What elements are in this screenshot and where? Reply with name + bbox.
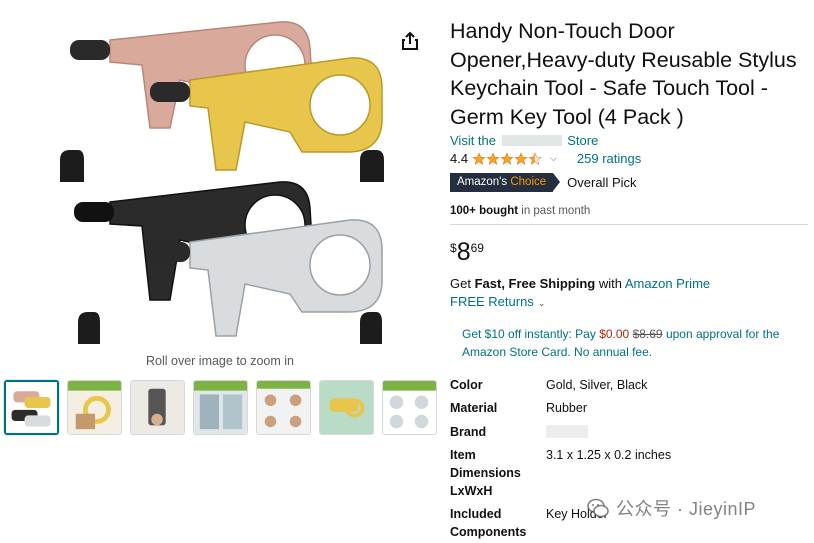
chevron-down-icon: ⌄ (537, 298, 546, 308)
spec-row: Color Gold, Silver, Black (450, 376, 810, 399)
rating-row: 4.4 ⌵ 259 ratings (450, 151, 641, 166)
spec-value: Rubber (546, 401, 587, 415)
promo-pay-price: $0.00 (599, 327, 630, 341)
spec-value: Gold, Silver, Black (546, 378, 648, 392)
price: $869 (450, 238, 484, 267)
price-whole: 8 (456, 238, 471, 266)
thumbnail-1[interactable] (4, 380, 59, 435)
brand-redacted (546, 425, 588, 438)
thumbnail-strip (4, 380, 437, 435)
store-name-redacted (501, 135, 562, 146)
bought-past-month: 100+ bought in past month (450, 205, 590, 217)
spec-key: Brand (450, 425, 487, 439)
shipping-prefix: Get (450, 276, 471, 291)
divider (450, 224, 808, 225)
rating-value: 4.4 (450, 151, 469, 166)
store-link-suffix: Store (567, 133, 599, 148)
thumbnail-7[interactable] (382, 380, 437, 435)
store-link-prefix: Visit the (450, 133, 497, 148)
thumbnail-3[interactable] (130, 380, 185, 435)
thumbnail-6[interactable] (319, 380, 374, 435)
shipping-info: Get Fast, Free Shipping with Amazon Prim… (450, 276, 710, 291)
amazons-choice-row: Amazon's Choice Overall Pick (450, 173, 637, 192)
promo-text-1: Get $10 off instantly: Pay (462, 327, 596, 341)
star-icon (500, 151, 514, 165)
star-rating[interactable] (472, 151, 542, 166)
free-returns-link[interactable]: FREE Returns ⌄ (450, 294, 545, 309)
star-icon (514, 151, 528, 165)
thumbnail-4[interactable] (193, 380, 248, 435)
spec-key: Item Dimensions LxWxH (450, 448, 521, 498)
store-card-promo[interactable]: Get $10 off instantly: Pay $0.00 $8.69 u… (462, 325, 802, 361)
spec-key: Color (450, 378, 483, 392)
amazons-choice-badge[interactable]: Amazon's Choice (450, 173, 561, 192)
chevron-down-icon[interactable]: ⌵ (550, 153, 557, 164)
store-link[interactable]: Visit the Store (450, 133, 598, 148)
shipping-bold: Fast, Free Shipping (474, 276, 596, 291)
thumbnail-5[interactable] (256, 380, 311, 435)
badge-prefix: Amazon's (457, 176, 508, 188)
ratings-count-link[interactable]: 259 ratings (577, 151, 641, 166)
shipping-middle: with (598, 276, 622, 291)
badge-label: Overall Pick (567, 175, 637, 190)
half-star-icon (528, 151, 542, 165)
bought-period: in past month (521, 205, 591, 217)
wechat-icon (587, 498, 609, 518)
spec-row: Material Rubber (450, 399, 810, 423)
price-symbol: $ (450, 241, 457, 255)
spec-value (546, 423, 588, 446)
badge-choice: Choice (510, 176, 547, 188)
promo-old-price: $8.69 (632, 327, 663, 341)
product-main-image[interactable] (40, 10, 400, 350)
star-icon (486, 151, 500, 165)
zoom-hint: Roll over image to zoom in (146, 354, 294, 368)
free-returns-label: FREE Returns (450, 294, 534, 309)
price-fraction: 69 (470, 241, 484, 255)
thumbnail-2[interactable] (67, 380, 122, 435)
product-title: Handy Non-Touch Door Opener,Heavy-duty R… (450, 19, 797, 129)
spec-key: Included Components (450, 507, 527, 539)
spec-row: Brand (450, 423, 810, 446)
spec-key: Material (450, 401, 498, 415)
amazon-prime-link[interactable]: Amazon Prime (625, 276, 710, 291)
bought-count: 100+ bought (450, 205, 519, 217)
star-icon (472, 151, 486, 165)
watermark-text: 公众号 · JieyinIP (616, 499, 757, 519)
watermark: 公众号 · JieyinIP (586, 495, 756, 521)
share-icon[interactable] (399, 30, 421, 52)
